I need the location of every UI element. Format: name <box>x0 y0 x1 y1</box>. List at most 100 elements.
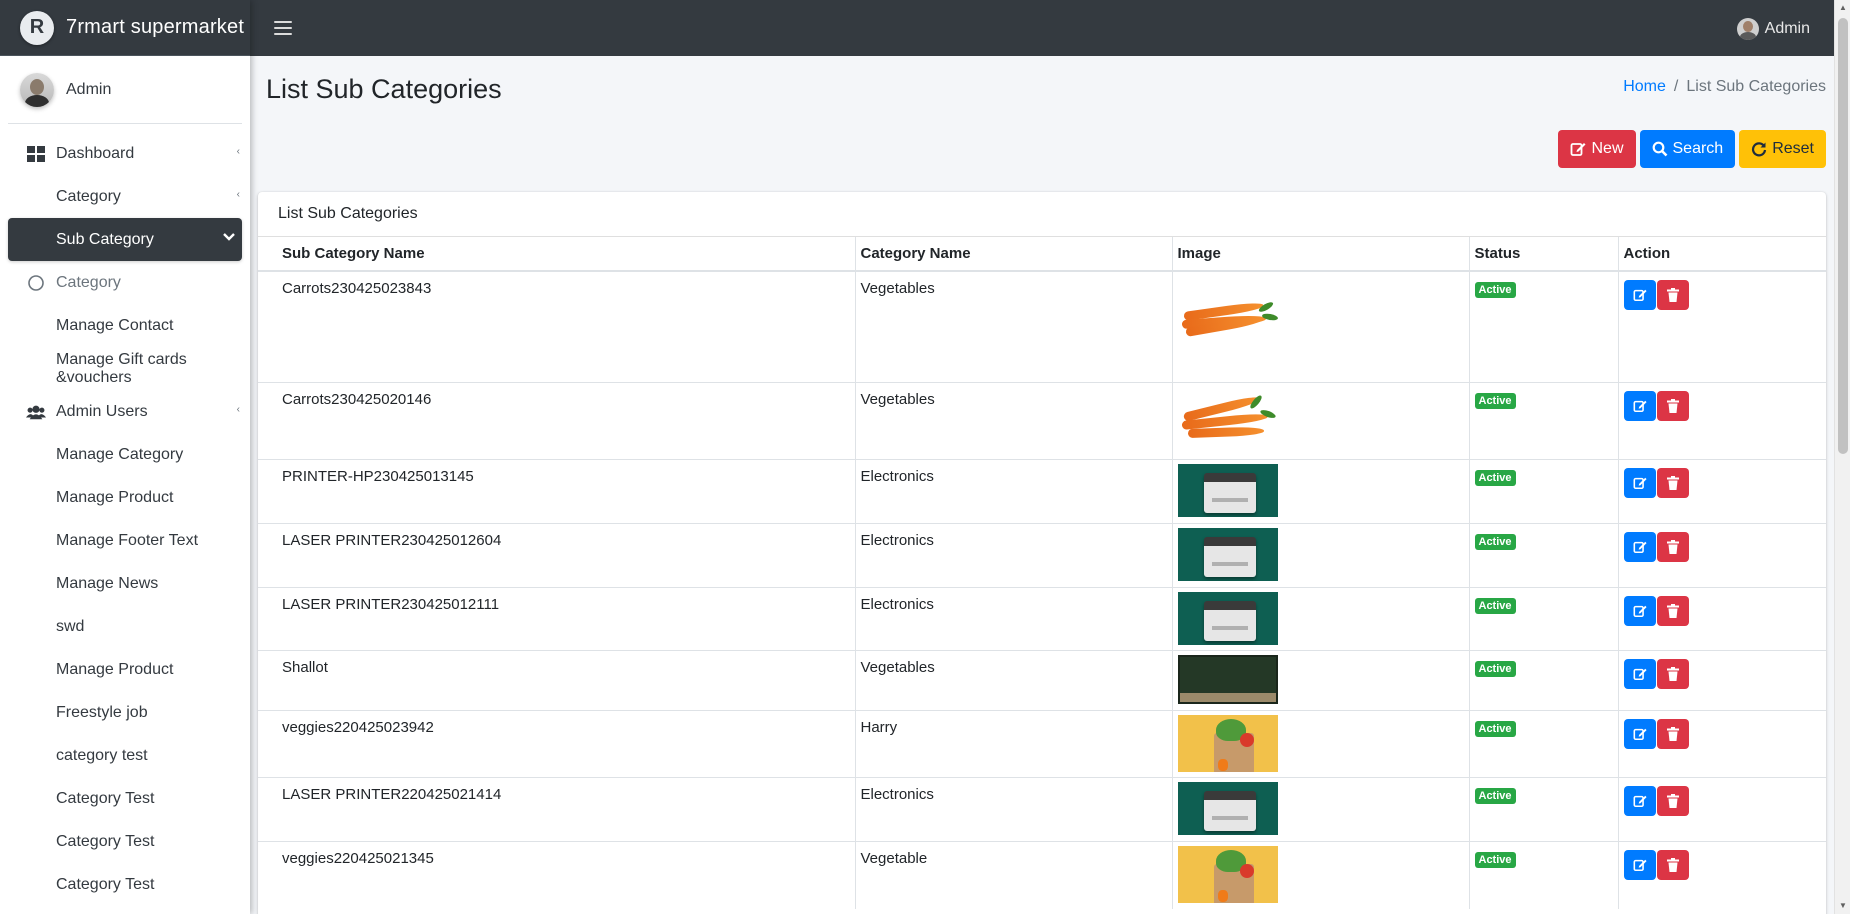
edit-button[interactable] <box>1623 280 1656 310</box>
brand-link[interactable]: R 7rmart supermarket <box>0 0 250 56</box>
scroll-down-arrow-icon[interactable]: ▼ <box>1835 898 1850 914</box>
main-content: List Sub Categories Home / List Sub Cate… <box>250 56 1834 914</box>
sidebar-item-label: Category Test <box>56 875 155 893</box>
sidebar-item-manage-contact[interactable]: Manage Contact <box>8 304 242 347</box>
edit-button[interactable] <box>1623 658 1656 689</box>
sidebar-item-category[interactable]: Category ‹ <box>8 175 242 218</box>
edit-icon <box>1633 605 1647 617</box>
edit-icon <box>1633 541 1647 553</box>
status-badge: Active <box>1474 533 1516 550</box>
top-navbar: Admin <box>250 0 1834 56</box>
sidebar-item-manage-product[interactable]: Manage Product <box>8 476 242 519</box>
subcategory-name: LASER PRINTER230425012604 <box>258 522 856 587</box>
sidebar-item-manage-product-2[interactable]: Manage Product <box>8 648 242 691</box>
delete-button[interactable] <box>1656 718 1689 749</box>
column-header[interactable]: Action <box>1618 237 1826 272</box>
edit-button[interactable] <box>1623 785 1656 816</box>
sidebar-item-manage-footer-text[interactable]: Manage Footer Text <box>8 519 242 562</box>
sidebar-item-label: Manage Category <box>56 445 184 463</box>
status-badge: Active <box>1474 787 1516 804</box>
sidebar-user-name[interactable]: Admin <box>66 81 111 99</box>
sidebar-item-category-test-4[interactable]: Category Test <box>8 863 242 906</box>
sidebar-nav: Dashboard ‹ Category ‹ Sub Category Cate… <box>0 124 250 906</box>
trash-icon <box>1666 857 1679 872</box>
breadcrumb-separator: / <box>1673 78 1679 95</box>
shallot-image <box>1177 654 1278 704</box>
new-button[interactable]: New <box>1558 130 1636 168</box>
sidebar-item-label: category test <box>56 746 148 764</box>
page-scrollbar[interactable]: ▲ ▼ <box>1834 0 1850 914</box>
sidebar-item-swd[interactable]: swd <box>8 605 242 648</box>
status-cell: Active <box>1469 840 1619 909</box>
sidebar-item-category-test[interactable]: category test <box>8 734 242 777</box>
delete-button[interactable] <box>1656 467 1689 498</box>
sidebar-item-label: Category Test <box>56 789 155 807</box>
trash-icon <box>1666 539 1679 554</box>
sidebar-item-label: swd <box>56 617 85 635</box>
edit-icon <box>1633 795 1647 807</box>
subcategory-name: veggies220425023942 <box>258 709 856 777</box>
reset-button-label: Reset <box>1772 140 1814 157</box>
sidebar-item-label: Dashboard <box>56 144 135 162</box>
delete-button[interactable] <box>1656 390 1689 421</box>
status-badge: Active <box>1474 597 1516 614</box>
table-row: veggies220425021345 Vegetable Active <box>258 840 1826 909</box>
delete-button[interactable] <box>1656 280 1689 310</box>
sub-categories-card: List Sub Categories Sub Category Name Ca… <box>258 192 1826 914</box>
sidebar-item-label: Admin Users <box>56 402 148 420</box>
sidebar-item-label: Sub Category <box>56 230 154 248</box>
sidebar-item-gift-cards[interactable]: Manage Gift cards &vouchers <box>8 347 242 390</box>
chevron-down-icon <box>223 233 235 241</box>
sidebar-item-manage-news[interactable]: Manage News <box>8 562 242 605</box>
delete-button[interactable] <box>1656 658 1689 689</box>
category-name: Harry <box>855 709 1173 777</box>
edit-button[interactable] <box>1623 531 1656 562</box>
breadcrumb-home-link[interactable]: Home <box>1623 78 1666 96</box>
sidebar-subitem-category[interactable]: Category <box>8 261 242 304</box>
search-button[interactable]: Search <box>1639 130 1736 168</box>
sidebar-item-category-test-2[interactable]: Category Test <box>8 777 242 820</box>
image-cell <box>1172 458 1470 523</box>
brand-name: 7rmart supermarket <box>66 16 245 38</box>
sidebar-item-dashboard[interactable]: Dashboard ‹ <box>8 132 242 175</box>
reset-button[interactable]: Reset <box>1739 130 1826 168</box>
table-row: LASER PRINTER230425012604 Electronics Ac… <box>258 522 1826 587</box>
category-name: Vegetables <box>855 649 1173 710</box>
caret-icon: ‹ <box>236 189 240 200</box>
printer-image <box>1177 463 1278 517</box>
action-cell <box>1618 458 1826 523</box>
trash-icon <box>1666 475 1679 490</box>
sidebar-item-sub-category[interactable]: Sub Category <box>8 218 242 261</box>
top-user-name: Admin <box>1764 20 1810 37</box>
edit-button[interactable] <box>1623 849 1656 880</box>
delete-button[interactable] <box>1656 531 1689 562</box>
column-header[interactable]: Status <box>1469 237 1619 272</box>
top-user-menu[interactable]: Admin <box>1736 18 1810 40</box>
table-header-row: Sub Category Name Category Name Image St… <box>258 237 1826 272</box>
image-cell <box>1172 709 1470 777</box>
delete-button[interactable] <box>1656 785 1689 816</box>
menu-toggle-icon[interactable] <box>274 21 292 35</box>
sidebar-item-category-test-3[interactable]: Category Test <box>8 820 242 863</box>
sidebar-item-label: Manage Gift cards &vouchers <box>56 350 187 386</box>
delete-button[interactable] <box>1656 595 1689 626</box>
circle-icon <box>28 275 44 291</box>
sidebar-item-label: Category <box>56 187 121 205</box>
edit-button[interactable] <box>1623 718 1656 749</box>
edit-button[interactable] <box>1623 467 1656 498</box>
column-header[interactable]: Image <box>1172 237 1470 272</box>
scroll-up-arrow-icon[interactable]: ▲ <box>1835 0 1850 16</box>
sidebar-item-freestyle-job[interactable]: Freestyle job <box>8 691 242 734</box>
refresh-icon <box>1752 142 1767 157</box>
column-header[interactable]: Category Name <box>855 237 1173 272</box>
edit-icon <box>1633 477 1647 489</box>
status-badge: Active <box>1474 660 1516 677</box>
edit-button[interactable] <box>1623 595 1656 626</box>
user-panel[interactable]: Admin <box>8 56 242 124</box>
scrollbar-thumb[interactable] <box>1838 18 1848 454</box>
delete-button[interactable] <box>1656 849 1689 880</box>
sidebar-item-manage-category[interactable]: Manage Category <box>8 433 242 476</box>
column-header[interactable]: Sub Category Name <box>258 237 856 272</box>
edit-button[interactable] <box>1623 390 1656 421</box>
sidebar-item-admin-users[interactable]: Admin Users ‹ <box>8 390 242 433</box>
